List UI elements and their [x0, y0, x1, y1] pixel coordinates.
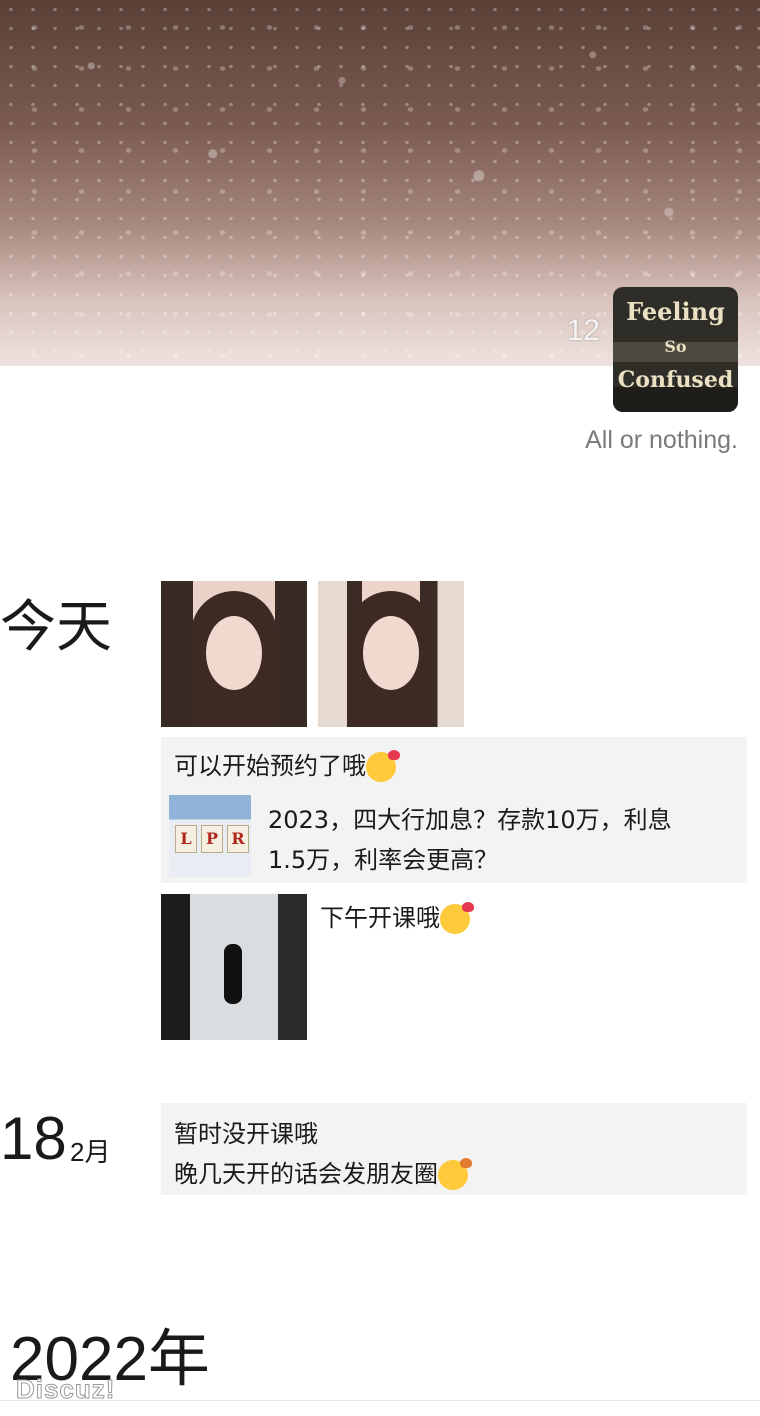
post-text-content: 可以开始预约了哦	[174, 752, 366, 780]
link-thumbnail[interactable]: L P R	[169, 795, 251, 877]
divider	[0, 1400, 760, 1401]
link-thumb-letter: P	[201, 825, 223, 853]
photo-face	[363, 616, 419, 690]
post-text: 可以开始预约了哦	[174, 746, 400, 782]
post-caption[interactable]: 下午开课哦	[320, 898, 474, 934]
face-blowing-a-kiss-icon	[438, 1158, 472, 1190]
day-number: 18	[0, 1105, 67, 1172]
profile-signature: All or nothing.	[585, 426, 738, 454]
smiling-face-with-hearts-icon	[440, 902, 474, 934]
avatar-text-line1: Feeling	[626, 297, 725, 326]
post-line1: 暂时没开课哦	[174, 1120, 318, 1148]
post-caption-text: 下午开课哦	[320, 904, 440, 932]
month-label: 2月	[70, 1137, 111, 1167]
post-line2-text: 晚几天开的话会发朋友圈	[174, 1160, 438, 1188]
avatar[interactable]: Feeling So Confused	[613, 287, 738, 412]
smiling-face-with-hearts-icon	[366, 750, 400, 782]
link-title-line1[interactable]: 2023，四大行加息？存款10万，利息	[268, 800, 672, 835]
photo-figure	[224, 944, 242, 1004]
avatar-text-line3: Confused	[617, 367, 734, 393]
likes-count[interactable]: 12	[556, 314, 600, 348]
post-photo-1[interactable]	[161, 581, 307, 727]
avatar-text-line2: So	[664, 337, 687, 356]
link-thumb-letter: R	[227, 825, 249, 853]
photo-face	[206, 616, 262, 690]
day-label-today: 今天	[0, 595, 112, 660]
post-photo-3[interactable]	[161, 894, 307, 1040]
link-thumb-letter: L	[175, 825, 197, 853]
link-title-line2[interactable]: 1.5万，利率会更高？	[268, 840, 498, 875]
post-photo-2[interactable]	[318, 581, 464, 727]
post-line2: 晚几天开的话会发朋友圈	[174, 1154, 472, 1190]
